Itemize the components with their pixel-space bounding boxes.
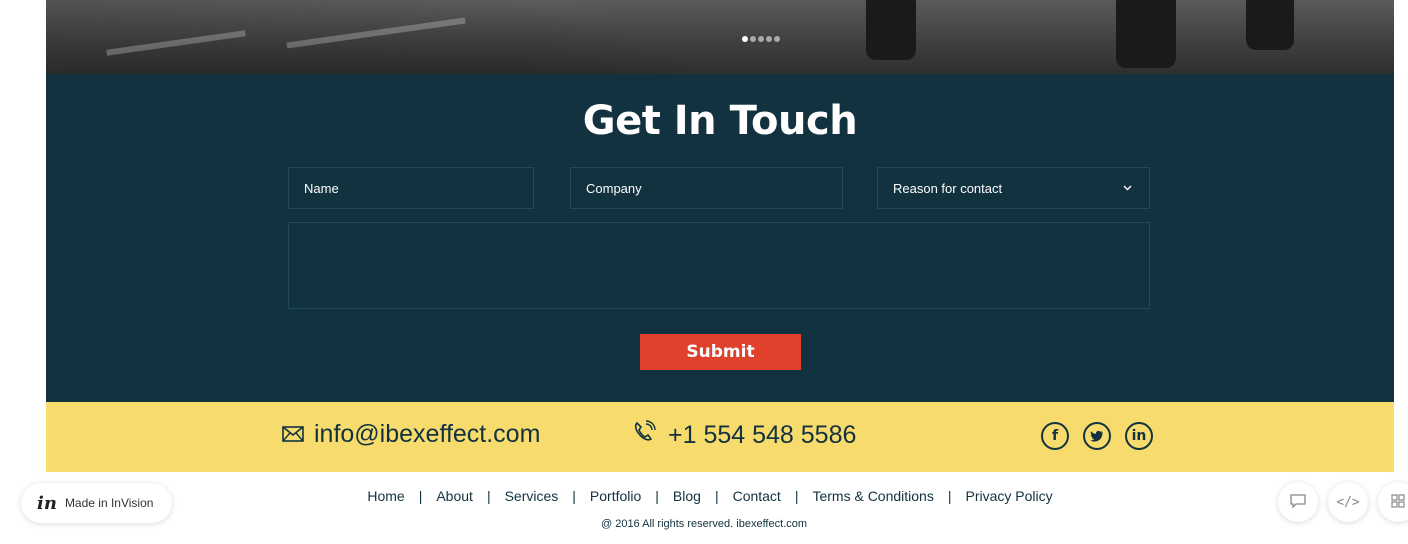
phone-text: +1 554 548 5586 [668,421,857,449]
comment-icon [1290,493,1306,511]
slider-dots [742,36,780,42]
slider-dot[interactable] [742,36,748,42]
footer-link-privacy[interactable]: Privacy Policy [966,488,1053,504]
footer-link-about[interactable]: About [436,488,473,504]
slider-dot[interactable] [774,36,780,42]
submit-button[interactable]: Submit [640,334,801,370]
footer-link-services[interactable]: Services [505,488,559,504]
name-input[interactable]: Name [288,167,534,209]
mail-icon [282,420,304,449]
phone-icon [632,420,658,451]
comment-button[interactable] [1278,482,1318,522]
contact-section: Get In Touch Name Company Reason for con… [46,74,1394,402]
name-placeholder: Name [304,180,339,196]
footer-separator: | [572,488,576,504]
chevron-down-icon [1120,181,1134,195]
phone-contact[interactable]: +1 554 548 5586 [632,420,856,451]
social-links: f in [1041,422,1153,450]
footer-links: Home | About | Services | Portfolio | Bl… [367,488,1052,504]
twitter-icon[interactable] [1083,422,1111,450]
slider-dot[interactable] [766,36,772,42]
footer-separator: | [418,488,423,504]
made-in-invision-badge[interactable]: in Made in InVision [21,483,172,523]
inspect-button[interactable]: </> [1328,482,1368,522]
page: Get In Touch Name Company Reason for con… [0,0,1408,544]
grid-icon [1391,493,1405,511]
hero-figure [1246,0,1294,50]
footer-separator: | [714,488,719,504]
invision-logo-icon: in [37,492,57,514]
company-placeholder: Company [586,180,642,196]
hero-image [46,0,1394,74]
hero-figure [1116,0,1176,68]
section-title: Get In Touch [582,98,858,144]
facebook-icon[interactable]: f [1041,422,1069,450]
footer-separator: | [655,488,659,504]
company-input[interactable]: Company [570,167,843,209]
footer-link-contact[interactable]: Contact [733,488,781,504]
footer-link-home[interactable]: Home [367,488,404,504]
reason-label: Reason for contact [893,180,1003,196]
email-text: info@ibexeffect.com [314,420,541,448]
hero-figure [866,0,916,60]
screens-button[interactable] [1378,482,1408,522]
invision-badge-label: Made in InVision [64,496,154,510]
hero-slider [46,0,1394,74]
code-icon: </> [1336,494,1360,510]
email-contact[interactable]: info@ibexeffect.com [282,420,540,449]
footer-separator: | [794,488,799,504]
footer-link-blog[interactable]: Blog [673,488,701,504]
footer-separator: | [486,488,491,504]
reason-select[interactable]: Reason for contact [877,167,1150,209]
slider-dot[interactable] [758,36,764,42]
message-textarea[interactable] [288,222,1150,309]
slider-dot[interactable] [750,36,756,42]
contact-info-bar: info@ibexeffect.com +1 554 548 5586 f in [46,402,1394,472]
copyright-text: @ 2016 All rights reserved. ibexeffect.c… [600,518,807,530]
linkedin-icon[interactable]: in [1125,422,1153,450]
footer-link-terms[interactable]: Terms & Conditions [812,488,933,504]
footer-nav: Home | About | Services | Portfolio | Bl… [0,488,1408,504]
footer-separator: | [947,488,952,504]
footer-link-portfolio[interactable]: Portfolio [590,488,641,504]
